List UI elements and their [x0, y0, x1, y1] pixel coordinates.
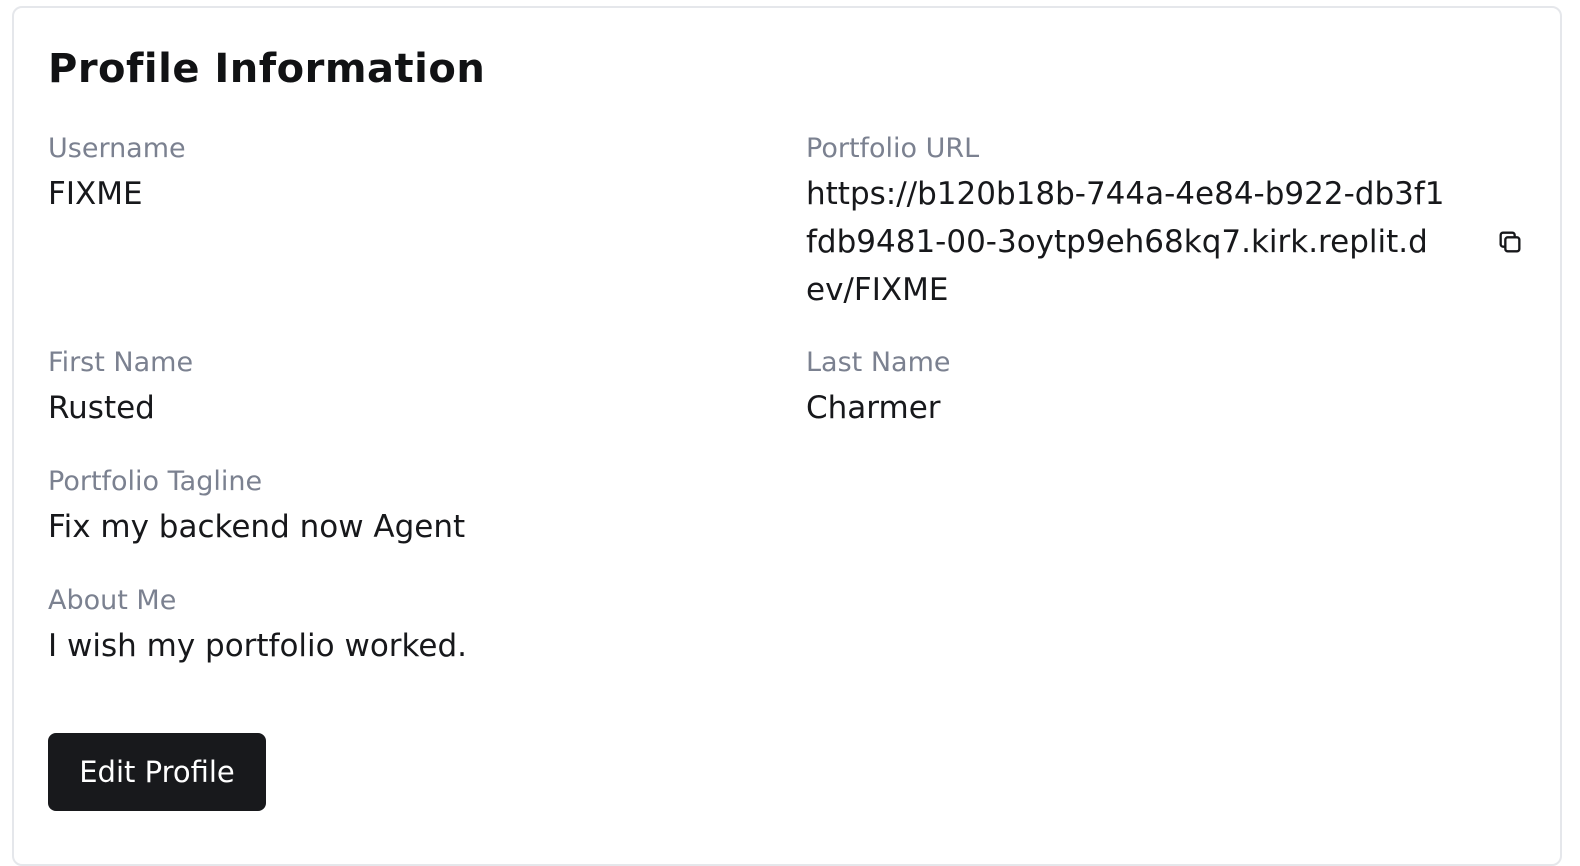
copy-icon [1499, 231, 1521, 253]
about-me-field: About Me I wish my portfolio worked. [48, 584, 467, 670]
username-label: Username [48, 133, 186, 164]
portfolio-tagline-value: Fix my backend now Agent [48, 509, 466, 545]
username-field: Username FIXME [48, 132, 186, 218]
portfolio-url-field: Portfolio URL https://b120b18b-744a-4e84… [806, 132, 1446, 314]
last-name-field: Last Name Charmer [806, 346, 950, 432]
page-title: Profile Information [48, 46, 486, 92]
edit-profile-button[interactable]: Edit Profile [48, 733, 266, 811]
username-value: FIXME [48, 176, 143, 212]
first-name-field: First Name Rusted [48, 346, 193, 432]
profile-information-card: Profile Information Username FIXME Portf… [12, 6, 1562, 866]
last-name-value: Charmer [806, 390, 941, 426]
portfolio-tagline-field: Portfolio Tagline Fix my backend now Age… [48, 465, 465, 551]
last-name-label: Last Name [806, 347, 951, 378]
about-me-label: About Me [48, 585, 177, 616]
portfolio-tagline-label: Portfolio Tagline [48, 466, 263, 497]
copy-url-button[interactable] [1494, 226, 1526, 258]
first-name-label: First Name [48, 347, 194, 378]
about-me-value: I wish my portfolio worked. [48, 628, 467, 664]
first-name-value: Rusted [48, 390, 155, 426]
portfolio-url-value[interactable]: https://b120b18b-744a-4e84-b922-db3f1fdb… [806, 170, 1446, 314]
portfolio-url-label: Portfolio URL [806, 133, 980, 164]
